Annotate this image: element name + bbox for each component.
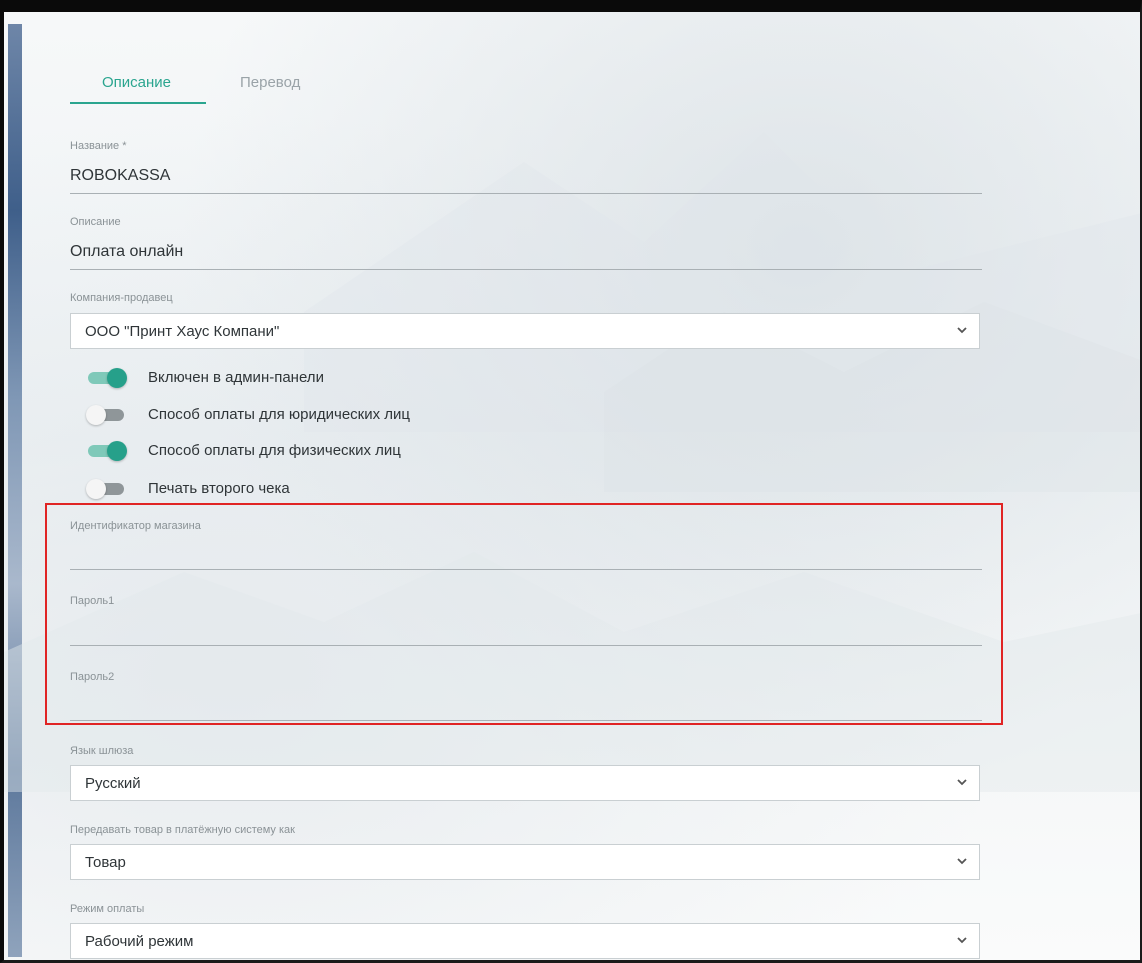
- payment-mode-label: Режим оплаты: [70, 903, 145, 915]
- item-as-field: Передавать товар в платёжную систему как…: [70, 824, 982, 882]
- company-field: Компания-продавец ООО "Принт Хаус Компан…: [70, 292, 982, 350]
- password1-field[interactable]: Пароль1: [70, 595, 982, 647]
- password2-label: Пароль2: [70, 671, 115, 683]
- page-frame: Описание Перевод Название * ROBOKASSA Оп…: [0, 0, 1142, 963]
- name-field[interactable]: Название * ROBOKASSA: [70, 140, 982, 196]
- password2-field[interactable]: Пароль2: [70, 671, 982, 723]
- description-label: Описание: [70, 216, 121, 228]
- company-label: Компания-продавец: [70, 292, 173, 304]
- toggle-legal-label: Способ оплаты для юридических лиц: [148, 406, 411, 423]
- payment-mode-field: Режим оплаты Рабочий режим: [70, 903, 982, 960]
- shop-id-label: Идентификатор магазина: [70, 520, 201, 532]
- password1-label: Пароль1: [70, 595, 115, 607]
- company-select[interactable]: ООО "Принт Хаус Компани": [70, 313, 980, 349]
- toggle-individuals[interactable]: [86, 440, 128, 462]
- chevron-down-icon: [957, 779, 967, 786]
- toggle-second-receipt[interactable]: [86, 478, 128, 500]
- toggle-second-receipt-label: Печать второго чека: [148, 480, 290, 497]
- payment-mode-select[interactable]: Рабочий режим: [70, 923, 980, 959]
- shop-id-field[interactable]: Идентификатор магазина: [70, 520, 982, 572]
- toggle-admin-panel[interactable]: [86, 367, 128, 389]
- chevron-down-icon: [957, 858, 967, 865]
- tab-translation[interactable]: Перевод: [240, 74, 300, 91]
- chevron-down-icon: [957, 327, 967, 334]
- shop-id-underline: [70, 569, 982, 570]
- name-value[interactable]: ROBOKASSA: [70, 167, 170, 185]
- active-tab-indicator: [70, 102, 206, 104]
- gateway-language-field: Язык шлюза Русский: [70, 745, 982, 803]
- item-as-label: Передавать товар в платёжную систему как: [70, 824, 295, 836]
- tab-description[interactable]: Описание: [102, 74, 171, 91]
- chevron-down-icon: [957, 937, 967, 944]
- company-selected-value: ООО "Принт Хаус Компани": [85, 323, 280, 340]
- name-underline: [70, 193, 982, 194]
- gateway-language-label: Язык шлюза: [70, 745, 134, 757]
- password2-underline: [70, 720, 982, 721]
- description-underline: [70, 269, 982, 270]
- toggle-admin-label: Включен в админ-панели: [148, 369, 324, 386]
- toggle-individuals-label: Способ оплаты для физических лиц: [148, 442, 401, 459]
- name-label: Название *: [70, 140, 127, 152]
- toggle-legal-entities[interactable]: [86, 404, 128, 426]
- item-as-select[interactable]: Товар: [70, 844, 980, 880]
- item-as-selected-value: Товар: [85, 854, 126, 871]
- description-field[interactable]: Описание Оплата онлайн: [70, 216, 982, 272]
- payment-mode-selected-value: Рабочий режим: [85, 933, 194, 950]
- gateway-language-selected-value: Русский: [85, 775, 141, 792]
- password1-underline: [70, 645, 982, 646]
- gateway-language-select[interactable]: Русский: [70, 765, 980, 801]
- description-value[interactable]: Оплата онлайн: [70, 243, 183, 261]
- background-strip: [8, 24, 22, 957]
